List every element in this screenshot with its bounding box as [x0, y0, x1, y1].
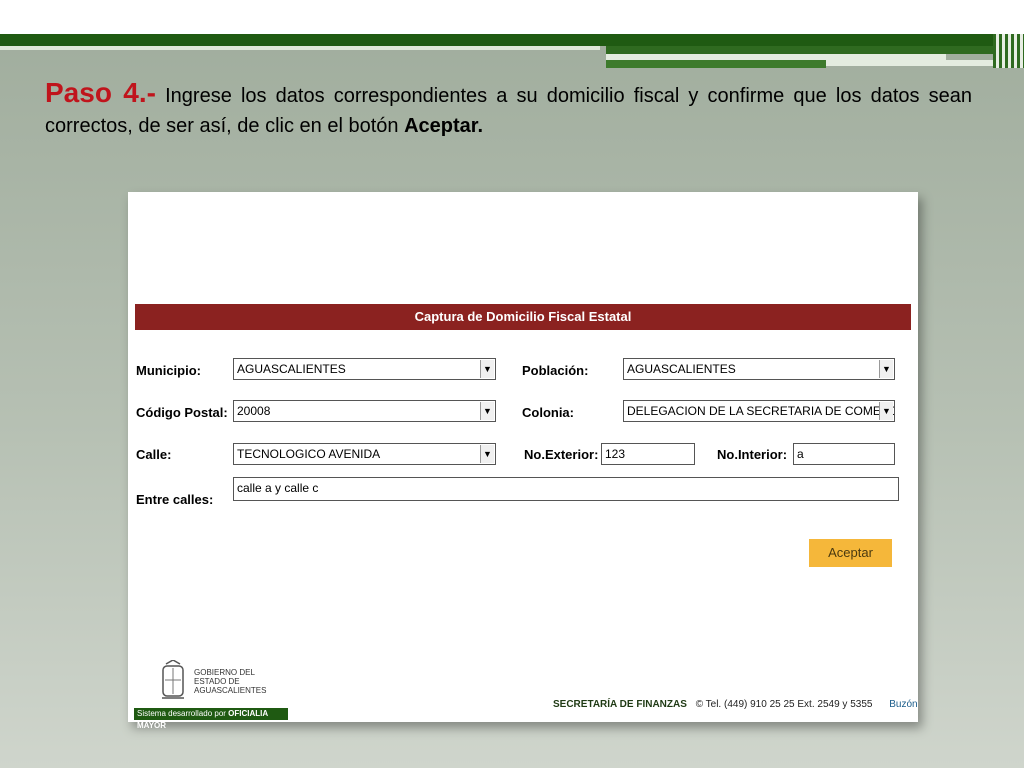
top-light-bar: [0, 46, 600, 50]
poblacion-label: Población:: [522, 363, 589, 378]
municipio-label: Municipio:: [136, 363, 201, 378]
municipio-value: AGUASCALIENTES: [237, 362, 346, 376]
top-right-bar-1: [606, 46, 1000, 54]
no-exterior-label: No.Exterior:: [524, 447, 599, 462]
accept-button[interactable]: Aceptar: [809, 539, 892, 567]
entre-calles-label: Entre calles:: [136, 492, 214, 507]
no-interior-input[interactable]: a: [793, 443, 895, 465]
chevron-down-icon[interactable]: ▼: [480, 445, 494, 463]
instruction-text: Paso 4.- Ingrese los datos correspondien…: [45, 78, 972, 141]
system-credit-prefix: Sistema desarrollado por: [137, 709, 226, 718]
codigo-postal-select[interactable]: 20008 ▼: [233, 400, 496, 422]
calle-value: TECNOLOGICO AVENIDA: [237, 447, 381, 461]
gov-line-1: GOBIERNO DEL: [194, 668, 255, 677]
top-white-band: [0, 0, 1024, 34]
chevron-down-icon[interactable]: ▼: [879, 360, 893, 378]
calle-label: Calle:: [136, 447, 172, 462]
top-dark-bar: [0, 34, 1000, 46]
codigo-postal-label: Código Postal:: [136, 405, 228, 420]
colonia-label: Colonia:: [522, 405, 574, 420]
colonia-select[interactable]: DELEGACION DE LA SECRETARIA DE COMERCIO …: [623, 400, 895, 422]
state-coat-of-arms-icon: [162, 660, 184, 699]
government-name: GOBIERNO DEL ESTADO DE AGUASCALIENTES: [194, 668, 266, 695]
municipio-select[interactable]: AGUASCALIENTES ▼: [233, 358, 496, 380]
chevron-down-icon[interactable]: ▼: [480, 402, 494, 420]
buzon-link[interactable]: Buzón: [889, 699, 917, 710]
form-title: Captura de Domicilio Fiscal Estatal: [135, 304, 911, 330]
top-right-bar-3: [606, 60, 826, 68]
poblacion-select[interactable]: AGUASCALIENTES ▼: [623, 358, 895, 380]
no-interior-label: No.Interior:: [717, 447, 788, 462]
chevron-down-icon[interactable]: ▼: [480, 360, 494, 378]
step-label: Paso 4.-: [45, 77, 156, 108]
entre-calles-input[interactable]: calle a y calle c: [233, 477, 899, 501]
gov-line-2: ESTADO DE: [194, 677, 240, 686]
colonia-value: DELEGACION DE LA SECRETARIA DE COMERCIO …: [627, 404, 895, 418]
finance-contact: SECRETARÍA DE FINANZAS © Tel. (449) 910 …: [553, 699, 918, 710]
calle-select[interactable]: TECNOLOGICO AVENIDA ▼: [233, 443, 496, 465]
secretaria-name: SECRETARÍA DE FINANZAS: [553, 699, 687, 710]
system-credit-bar: Sistema desarrollado por OFICIALIA MAYOR: [134, 708, 288, 730]
codigo-postal-value: 20008: [237, 404, 271, 418]
instruction-bold: Aceptar.: [404, 115, 484, 137]
form-window: Captura de Domicilio Fiscal Estatal Muni…: [128, 192, 918, 730]
instruction-intro: Ingrese los datos correspondientes a su …: [45, 85, 972, 137]
poblacion-value: AGUASCALIENTES: [627, 362, 736, 376]
top-right-bar-4: [826, 60, 1000, 66]
top-right-stripes: [993, 34, 1024, 68]
contact-info: © Tel. (449) 910 25 25 Ext. 2549 y 5355: [695, 699, 873, 710]
no-exterior-input[interactable]: 123: [601, 443, 695, 465]
chevron-down-icon[interactable]: ▼: [879, 402, 893, 420]
gov-line-3: AGUASCALIENTES: [194, 686, 267, 695]
